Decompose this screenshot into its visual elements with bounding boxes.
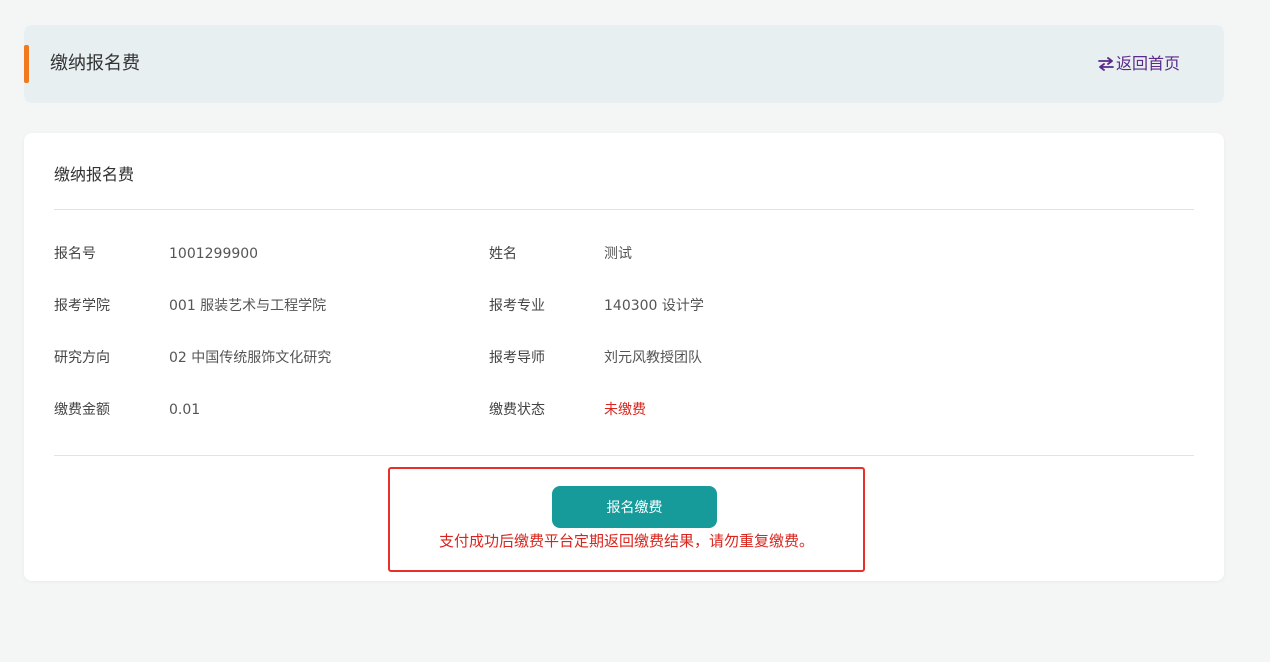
page-header: 缴纳报名费 返回首页 (24, 25, 1224, 103)
registration-number-value: 1001299900 (169, 246, 259, 262)
pay-registration-fee-button[interactable]: 报名缴费 (552, 486, 717, 528)
registration-number-label: 报名号 (54, 246, 96, 262)
back-to-home-link[interactable]: 返回首页 (1098, 25, 1180, 103)
fee-amount-value: 0.01 (169, 402, 201, 418)
swap-arrows-icon (1098, 57, 1114, 71)
research-direction-value: 02 中国传统服饰文化研究 (169, 350, 332, 366)
advisor-value: 刘元风教授团队 (604, 350, 702, 366)
info-row-college-major: 报考学院 001 服装艺术与工程学院 报考专业 140300 设计学 (54, 296, 1194, 316)
info-row-registration-name: 报名号 1001299900 姓名 测试 (54, 244, 1194, 264)
page-title: 缴纳报名费 (50, 53, 140, 74)
college-value: 001 服装艺术与工程学院 (169, 298, 327, 314)
fee-amount-label: 缴费金额 (54, 402, 110, 418)
payment-status-value: 未缴费 (604, 402, 646, 418)
header-accent-bar (24, 45, 29, 83)
name-value: 测试 (604, 246, 632, 262)
major-label: 报考专业 (489, 298, 545, 314)
divider (54, 455, 1194, 456)
payment-status-label: 缴费状态 (489, 402, 545, 418)
advisor-label: 报考导师 (489, 350, 545, 366)
research-direction-label: 研究方向 (54, 350, 110, 366)
payment-notice: 支付成功后缴费平台定期返回缴费结果，请勿重复缴费。 (438, 532, 814, 550)
info-row-amount-status: 缴费金额 0.01 缴费状态 未缴费 (54, 400, 1194, 420)
divider (54, 209, 1194, 210)
name-label: 姓名 (489, 246, 517, 262)
back-to-home-label: 返回首页 (1115, 54, 1180, 73)
fee-payment-card: 缴纳报名费 报名号 1001299900 姓名 测试 报考学院 001 服装艺术… (24, 133, 1224, 581)
college-label: 报考学院 (54, 298, 110, 314)
card-title: 缴纳报名费 (54, 165, 135, 184)
info-row-direction-advisor: 研究方向 02 中国传统服饰文化研究 报考导师 刘元风教授团队 (54, 348, 1194, 368)
major-value: 140300 设计学 (604, 298, 704, 314)
